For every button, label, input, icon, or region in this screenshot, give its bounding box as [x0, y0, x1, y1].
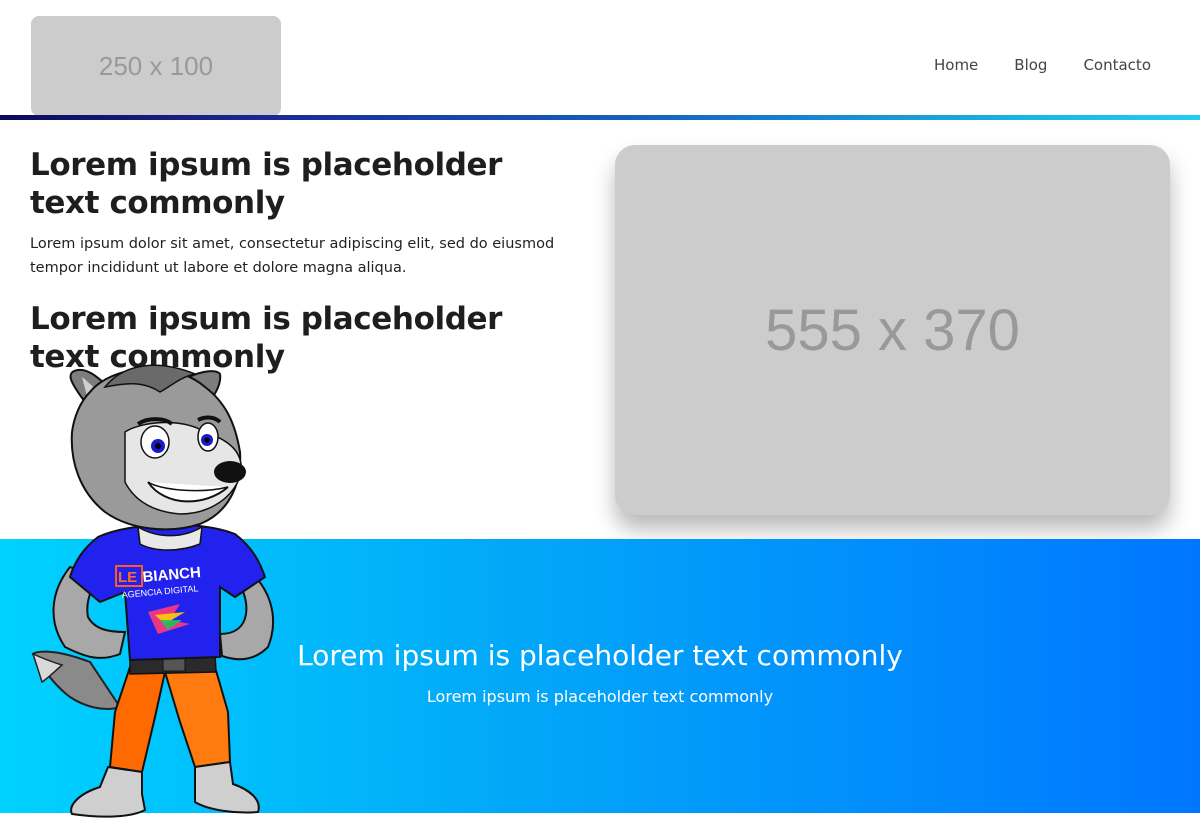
hero-paragraph: Lorem ipsum dolor sit amet, consectetur …	[30, 236, 555, 276]
wolf-mascot-illustration: LE BIANCH AGENCIA DIGITAL	[31, 364, 275, 818]
nav-link-home[interactable]: Home	[934, 56, 978, 74]
logo-placeholder-label: 250 x 100	[98, 50, 214, 81]
site-header: 250 x 100 Home Blog Contacto	[0, 0, 1200, 116]
hero-heading-1: Lorem ipsum is placeholder text commonly	[30, 147, 502, 221]
hero-text: Lorem ipsum is placeholder text commonly…	[30, 146, 570, 376]
nav-link-blog[interactable]: Blog	[1014, 56, 1047, 74]
main-nav: Home Blog Contacto	[934, 56, 1151, 74]
hero-image-label: 555 x 370	[765, 297, 1020, 363]
hero-image-placeholder: 555 x 370	[615, 145, 1170, 515]
header-gradient-bar	[0, 115, 1200, 120]
logo-placeholder[interactable]: 250 x 100	[31, 16, 281, 116]
shirt-brand-le: LE	[118, 569, 137, 586]
nav-link-contacto[interactable]: Contacto	[1083, 56, 1151, 74]
